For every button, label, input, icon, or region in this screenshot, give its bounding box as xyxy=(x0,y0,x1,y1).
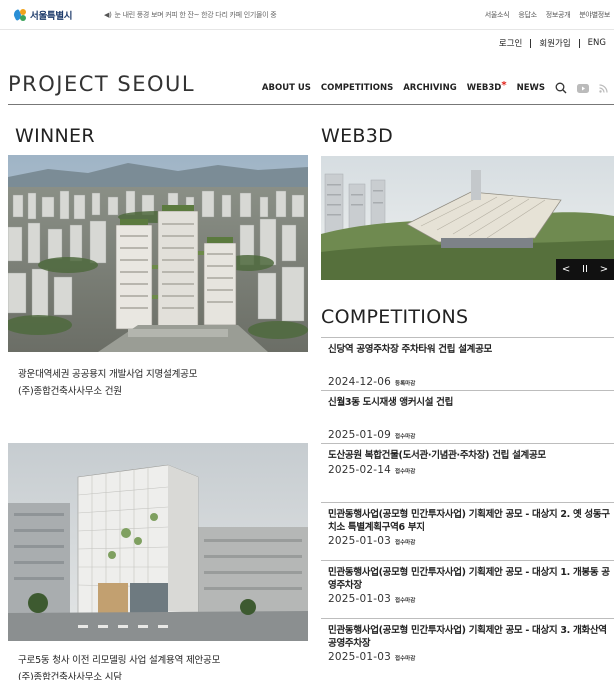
winner-project-title-1: 광운대역세권 공공용지 개발사업 지명설계공모 xyxy=(18,369,198,380)
youtube-icon[interactable] xyxy=(577,83,589,93)
winner-image-1[interactable] xyxy=(8,155,308,352)
winner-section-title: WINNER xyxy=(15,125,95,147)
login-link[interactable]: 로그인 xyxy=(499,37,522,49)
slider-next-button[interactable]: > xyxy=(600,264,608,275)
competition-date: 2025-01-03 xyxy=(328,651,392,663)
competition-date: 2025-01-03 xyxy=(328,593,392,605)
competition-status: 등록마감 xyxy=(395,380,416,387)
competition-date: 2025-01-03 xyxy=(328,535,392,547)
winner-architect-1: (주)종합건축사사무소 건원 xyxy=(18,386,122,397)
news-ticker-text: 눈 내린 풍경 보며 커피 한 잔~ 한강 다리 카페 인기몰이 중 xyxy=(114,11,277,19)
competition-item[interactable]: 민관동행사업(공모형 민간투자사업) 기획제안 공모 - 대상지 2. 옛 성동… xyxy=(321,502,614,560)
competition-status: 접수마감 xyxy=(395,598,416,604)
signup-link[interactable]: 회원가입 xyxy=(539,37,570,49)
seoul-logo-icon xyxy=(12,8,27,22)
news-ticker[interactable]: ◀︎) 눈 내린 풍경 보며 커피 한 잔~ 한강 다리 카페 인기몰이 중 xyxy=(104,10,277,20)
site-logo[interactable]: PROJECT SEOUL xyxy=(8,72,195,96)
slider-prev-button[interactable]: < xyxy=(562,264,570,275)
competition-title: 도산공원 복합건물(도서관·기념관·주차장) 건립 설계공모 xyxy=(328,450,546,461)
competition-status: 접수마감 xyxy=(395,468,416,475)
competition-item[interactable]: 신월3동 도시재생 앵커시설 건립 2025-01-09 접수마감 xyxy=(321,390,614,443)
nav-web3d-label: WEB3D xyxy=(466,82,502,93)
divider xyxy=(578,38,580,48)
lang-link[interactable]: ENG xyxy=(588,38,606,48)
competition-title: 민관동행사업(공모형 민간투자사업) 기획제안 공모 - 대상지 1. 개봉동 … xyxy=(328,567,610,591)
competition-item[interactable]: 민관동행사업(공모형 민간투자사업) 기획제안 공모 - 대상지 1. 개봉동 … xyxy=(321,560,614,618)
header-divider xyxy=(8,104,614,105)
search-icon[interactable] xyxy=(555,82,567,94)
gov-link-info[interactable]: 정보공개 xyxy=(546,10,571,20)
competition-date: 2024-12-06 xyxy=(328,375,392,388)
slider-controls: < II > xyxy=(556,259,614,280)
competition-item[interactable]: 신당역 공영주차장 주차타워 건립 설계공모 2024-12-06 등록마감 xyxy=(321,337,614,390)
competition-status: 접수마감 xyxy=(395,433,416,440)
competition-status: 접수마감 xyxy=(395,656,416,662)
gov-link-news[interactable]: 서울소식 xyxy=(485,10,510,20)
competition-title: 민관동행사업(공모형 민간투자사업) 기획제안 공모 - 대상지 3. 개화산역… xyxy=(328,625,607,649)
web3d-slider[interactable]: < II > xyxy=(321,156,614,280)
winner-caption-2[interactable]: 구로5동 청사 이전 리모델링 사업 설계용역 제안공모 (주)종합건축사사무소… xyxy=(18,652,220,680)
main-nav: ABOUT US COMPETITIONS ARCHIVING WEB3D* N… xyxy=(262,79,608,94)
user-bar: 로그인 회원가입 ENG xyxy=(499,37,606,49)
seoul-gov-logo[interactable]: 서울특별시 xyxy=(12,8,73,22)
competition-title: 민관동행사업(공모형 민간투자사업) 기획제안 공모 - 대상지 2. 옛 성동… xyxy=(328,509,610,533)
winner-project-title-2: 구로5동 청사 이전 리모델링 사업 설계용역 제안공모 xyxy=(18,655,221,666)
nav-competitions[interactable]: COMPETITIONS xyxy=(321,83,393,93)
nav-news[interactable]: NEWS xyxy=(517,83,545,93)
nav-web3d[interactable]: WEB3D* xyxy=(466,79,507,94)
seoul-gov-bar: 서울특별시 ◀︎) 눈 내린 풍경 보며 커피 한 잔~ 한강 다리 카페 인기몰… xyxy=(0,0,614,30)
competition-title: 신월3동 도시재생 앵커시설 건립 xyxy=(328,397,454,408)
new-star-badge: * xyxy=(501,79,507,91)
slider-pause-button[interactable]: II xyxy=(582,264,588,275)
competitions-list: 신당역 공영주차장 주차타워 건립 설계공모 2024-12-06 등록마감 신월… xyxy=(321,337,614,676)
seoul-logo-text: 서울특별시 xyxy=(30,11,73,22)
web3d-section-title: WEB3D xyxy=(321,125,394,147)
competition-item[interactable]: 도산공원 복합건물(도서관·기념관·주차장) 건립 설계공모 2025-02-1… xyxy=(321,443,614,502)
competition-date: 2025-02-14 xyxy=(328,463,392,476)
competition-date: 2025-01-09 xyxy=(328,428,392,441)
gov-link-response[interactable]: 응답소 xyxy=(518,10,537,20)
speaker-icon: ◀︎) xyxy=(104,11,112,19)
divider xyxy=(530,38,532,48)
nav-archiving[interactable]: ARCHIVING xyxy=(403,83,456,93)
gov-links: 서울소식 응답소 정보공개 분야별정보 xyxy=(485,10,611,20)
winner-image-2[interactable] xyxy=(8,443,308,641)
nav-about-us[interactable]: ABOUT US xyxy=(262,83,311,93)
competition-title: 신당역 공영주차장 주차타워 건립 설계공모 xyxy=(328,344,492,355)
winner-caption-1[interactable]: 광운대역세권 공공용지 개발사업 지명설계공모 (주)종합건축사사무소 건원 xyxy=(18,366,197,400)
competitions-section-title: COMPETITIONS xyxy=(321,306,469,328)
gov-link-field-info[interactable]: 분야별정보 xyxy=(579,10,610,20)
rss-icon[interactable] xyxy=(599,83,608,93)
winner-architect-2: (주)종합건축사사무소 시담 xyxy=(18,672,122,680)
competition-item[interactable]: 민관동행사업(공모형 민간투자사업) 기획제안 공모 - 대상지 3. 개화산역… xyxy=(321,618,614,676)
competition-status: 접수마감 xyxy=(395,540,416,546)
